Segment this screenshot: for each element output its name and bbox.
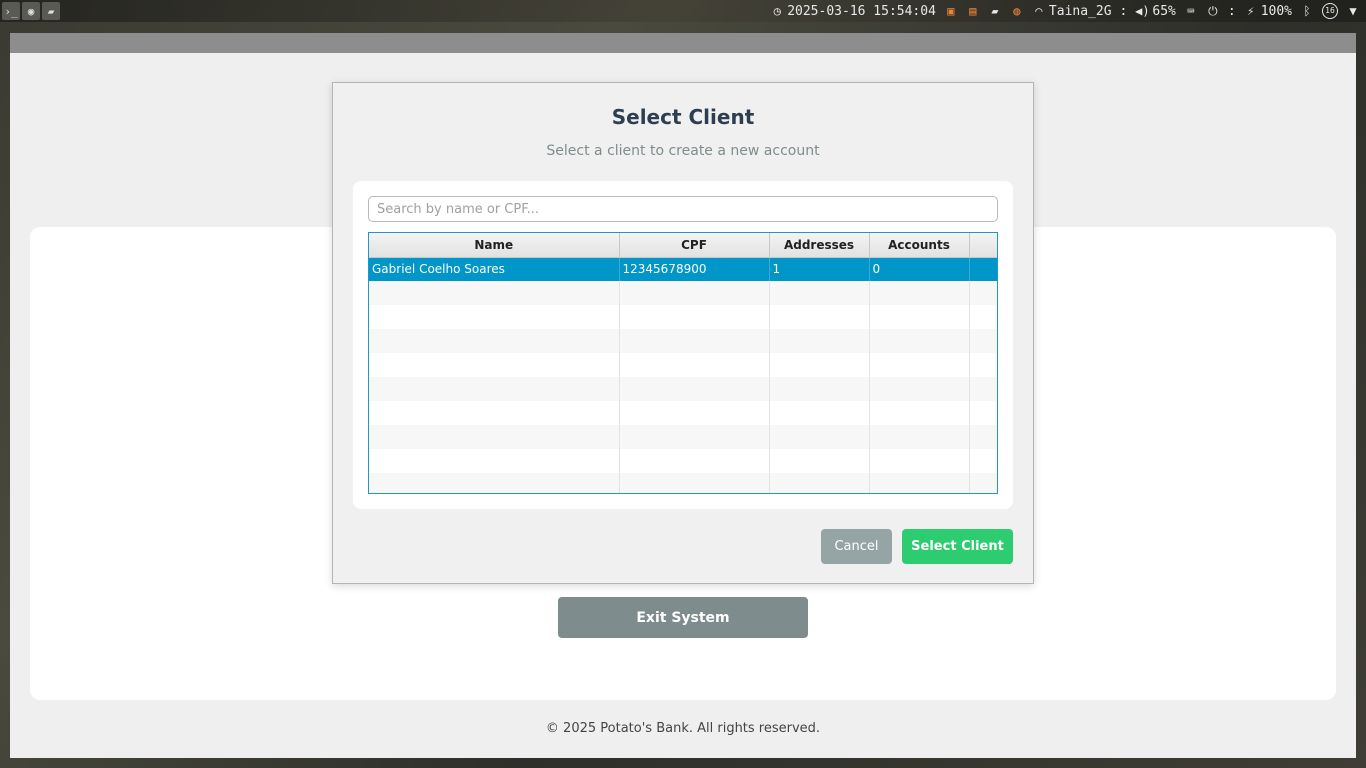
- cell-addresses: 1: [769, 257, 870, 281]
- folder-icon[interactable]: ▰: [988, 4, 1002, 18]
- cell-cpf: 12345678900: [619, 257, 770, 281]
- datetime-text: 2025-03-16 15:54:04: [787, 3, 936, 19]
- dialog-title: Select Client: [611, 105, 755, 129]
- empty-row: [369, 281, 997, 305]
- power-icon[interactable]: ⏻: [1206, 4, 1220, 18]
- search-input[interactable]: [368, 196, 998, 222]
- empty-row: [369, 305, 997, 329]
- column-header-name[interactable]: Name: [369, 233, 620, 258]
- keyboard-icon[interactable]: ⌨: [1184, 4, 1198, 18]
- empty-row: [369, 353, 997, 377]
- volume-status[interactable]: ◀) 65%: [1135, 3, 1176, 19]
- table-body: Gabriel Coelho Soares 12345678900 1 0: [369, 257, 997, 493]
- client-panel: Name CPF Addresses Accounts Gabriel Coel…: [353, 181, 1013, 509]
- cancel-button[interactable]: Cancel: [821, 529, 892, 564]
- empty-row: [369, 329, 997, 353]
- window-titlebar[interactable]: [10, 33, 1356, 53]
- battery-text: 100%: [1260, 3, 1292, 19]
- clock-icon: ◷: [773, 4, 781, 18]
- select-client-button[interactable]: Select Client: [902, 529, 1013, 564]
- select-client-dialog: Select Client Select a client to create …: [332, 82, 1034, 584]
- notifications-icon[interactable]: 16: [1322, 3, 1338, 19]
- wifi-icon[interactable]: ▼: [1346, 4, 1360, 18]
- column-header-filler: [969, 233, 997, 258]
- wifi-icon: ◠: [1035, 4, 1043, 18]
- separator: :: [1227, 3, 1236, 19]
- footer-copyright: © 2025 Potato's Bank. All rights reserve…: [545, 721, 821, 736]
- launcher-group: ›_ ◉ ▰: [0, 2, 60, 20]
- empty-row: [369, 473, 997, 493]
- clock[interactable]: ◷ 2025-03-16 15:54:04: [770, 4, 936, 19]
- column-header-cpf[interactable]: CPF: [619, 233, 770, 258]
- separator: :: [1119, 3, 1128, 19]
- status-area: ◷ 2025-03-16 15:54:04 ▣ ▤ ▰ ◍ ◠ Taina_2G…: [770, 3, 1366, 19]
- settings-icon[interactable]: ◉: [22, 2, 40, 20]
- cell-name: Gabriel Coelho Soares: [369, 257, 620, 281]
- volume-icon: ◀): [1135, 4, 1150, 18]
- bluetooth-icon[interactable]: ᛒ: [1300, 4, 1314, 18]
- empty-row: [369, 425, 997, 449]
- wifi-status[interactable]: ◠ Taina_2G: [1032, 3, 1112, 19]
- cell-filler: [969, 257, 997, 281]
- plug-icon: ⚡: [1247, 4, 1255, 18]
- column-header-accounts[interactable]: Accounts: [869, 233, 970, 258]
- client-table[interactable]: Name CPF Addresses Accounts Gabriel Coel…: [368, 232, 998, 494]
- system-top-bar: ›_ ◉ ▰ ◷ 2025-03-16 15:54:04 ▣ ▤ ▰ ◍ ◠ T…: [0, 0, 1366, 22]
- terminal-icon[interactable]: ▣: [944, 4, 958, 18]
- exit-system-button[interactable]: Exit System: [558, 597, 808, 638]
- table-row[interactable]: Gabriel Coelho Soares 12345678900 1 0: [369, 257, 997, 281]
- battery-status[interactable]: ⚡ 100%: [1244, 4, 1292, 19]
- folder-icon[interactable]: ▰: [42, 2, 60, 20]
- empty-row: [369, 449, 997, 473]
- dialog-subtitle: Select a client to create a new account: [546, 143, 820, 159]
- empty-row: [369, 377, 997, 401]
- column-header-addresses[interactable]: Addresses: [769, 233, 870, 258]
- ubuntu-icon[interactable]: ◍: [1010, 4, 1024, 18]
- volume-text: 65%: [1152, 3, 1176, 19]
- calendar-icon[interactable]: ▤: [966, 4, 980, 18]
- wifi-name: Taina_2G: [1048, 3, 1112, 19]
- empty-row: [369, 401, 997, 425]
- table-header-row: Name CPF Addresses Accounts: [369, 233, 997, 258]
- cell-accounts: 0: [869, 257, 970, 281]
- terminal-icon[interactable]: ›_: [2, 2, 20, 20]
